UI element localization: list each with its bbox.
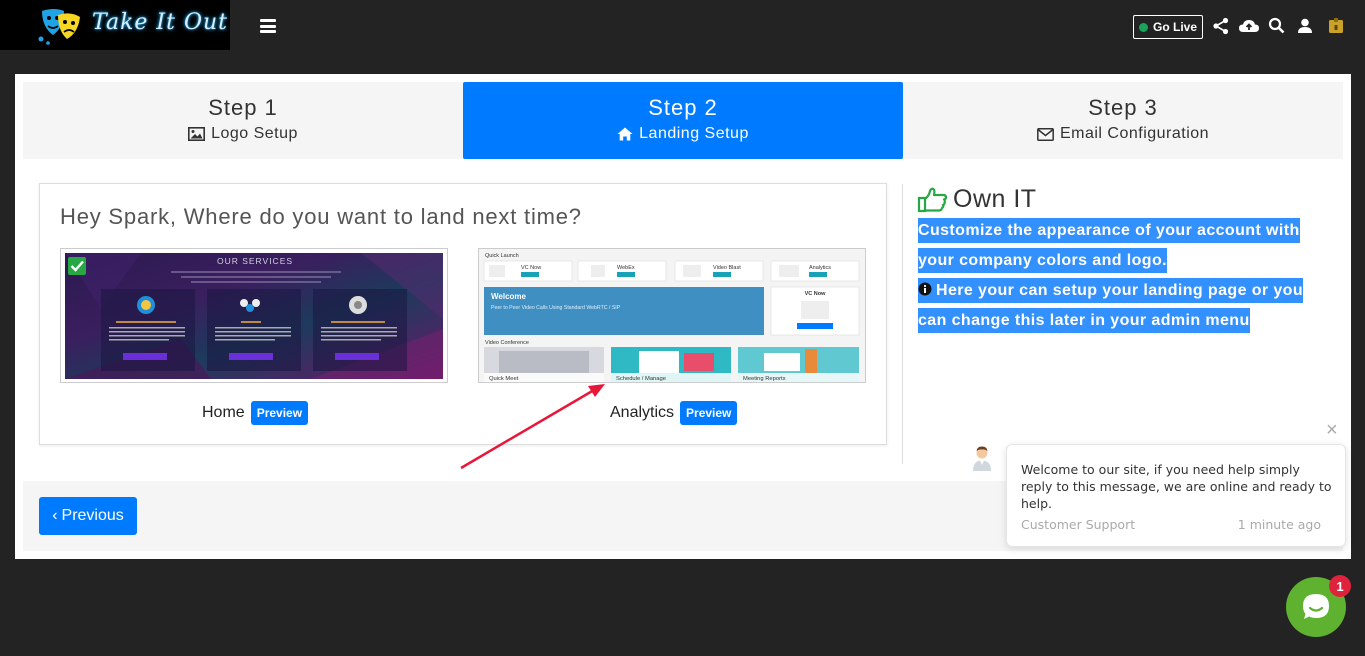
hand-pointer-icon	[917, 187, 947, 212]
bottom-tile-label: Quick Meet	[489, 376, 519, 382]
chat-timestamp: 1 minute ago	[1237, 517, 1321, 532]
step-subtitle: Landing Setup	[639, 125, 749, 142]
home-option-label: Home	[202, 404, 245, 421]
chat-close-icon[interactable]: ×	[1326, 420, 1338, 440]
column-divider	[902, 184, 903, 464]
step-title: Step 3	[1088, 95, 1158, 120]
thumb-heading: OUR SERVICES	[217, 256, 293, 266]
chat-sender: Customer Support	[1021, 517, 1136, 532]
analytics-option: Analytics Preview	[610, 401, 738, 425]
go-live-button[interactable]: Go Live	[1133, 15, 1203, 39]
cloud-upload-icon[interactable]	[1238, 17, 1260, 35]
tile-label: VC Now	[521, 265, 541, 271]
search-icon[interactable]	[1268, 17, 1286, 35]
quick-launch-label: Quick Launch	[485, 253, 519, 259]
own-it-heading: Own IT	[917, 185, 1037, 214]
top-bar: Take It Out Go Live	[0, 0, 1365, 50]
previous-label: Previous	[61, 507, 124, 524]
analytics-preview-button[interactable]: Preview	[680, 401, 738, 425]
own-it-line-2: Here your can setup your landing page or…	[918, 282, 1303, 329]
own-it-line-1: Customize the appearance of your account…	[918, 218, 1300, 273]
step-title: Step 1	[208, 95, 278, 120]
theatre-masks-icon	[38, 9, 80, 45]
side-tile-label: VC Now	[805, 291, 827, 297]
go-live-label: Go Live	[1152, 20, 1197, 34]
chat-message-text: Welcome to our site, if you need help si…	[1021, 462, 1332, 511]
welcome-subtext: Peer to Peer Video Calls Using Standard …	[491, 305, 621, 311]
own-it-title: Own IT	[953, 185, 1037, 213]
envelope-icon	[1036, 127, 1054, 141]
home-landing-thumbnail[interactable]: OUR SERVICES	[60, 248, 448, 383]
chevron-left-icon: ‹	[52, 507, 58, 524]
home-option: Home Preview	[202, 401, 309, 425]
chat-message-bubble[interactable]: Welcome to our site, if you need help si…	[1006, 444, 1346, 547]
user-icon[interactable]	[1296, 17, 1314, 35]
badge-icon[interactable]	[1327, 17, 1345, 35]
bottom-tile-label: Schedule / Manage	[616, 376, 666, 382]
landing-options-card: Hey Spark, Where do you want to land nex…	[39, 183, 887, 445]
chat-unread-badge: 1	[1329, 575, 1351, 597]
tile-label: Video Blast	[713, 265, 741, 271]
step-subtitle: Logo Setup	[211, 125, 298, 142]
analytics-option-label: Analytics	[610, 404, 675, 421]
logo-text: Take It Out	[92, 10, 228, 35]
step-title: Step 2	[648, 95, 718, 120]
chat-bubble-icon	[1303, 594, 1329, 619]
landing-question: Hey Spark, Where do you want to land nex…	[60, 204, 582, 229]
support-agent-avatar	[973, 446, 991, 471]
own-it-description: Customize the appearance of your account…	[918, 216, 1318, 336]
video-conference-label: Video Conference	[485, 340, 529, 346]
selected-checkbox-icon	[68, 257, 86, 275]
home-icon	[617, 127, 633, 141]
analytics-landing-thumbnail[interactable]: Quick Launch VC Now WebEx Video Blast An…	[478, 248, 866, 383]
previous-button[interactable]: ‹ Previous	[39, 497, 137, 535]
menu-toggle-icon[interactable]	[260, 19, 276, 33]
live-status-dot	[1138, 22, 1148, 32]
step-subtitle: Email Configuration	[1059, 125, 1210, 142]
step-2-tab[interactable]: Step 2 Landing Setup	[463, 82, 903, 159]
bottom-tile-label: Meeting Reports	[743, 376, 786, 382]
analytics-preview-image: Quick Launch VC Now WebEx Video Blast An…	[479, 249, 865, 382]
image-icon	[188, 127, 206, 141]
home-preview-image: OUR SERVICES	[65, 253, 443, 379]
logo[interactable]: Take It Out	[0, 0, 230, 50]
info-circle-icon	[918, 282, 932, 296]
step-3-tab[interactable]: Step 3 Email Configuration	[903, 82, 1343, 159]
tile-label: Analytics	[809, 265, 831, 271]
home-preview-button[interactable]: Preview	[250, 401, 309, 425]
tile-label: WebEx	[617, 265, 635, 271]
welcome-label: Welcome	[491, 292, 527, 301]
wizard-steps: Step 1 Logo Setup Step 2 Landing Setup S…	[23, 82, 1343, 159]
step-1-tab[interactable]: Step 1 Logo Setup	[23, 82, 463, 159]
share-icon[interactable]	[1212, 17, 1230, 35]
